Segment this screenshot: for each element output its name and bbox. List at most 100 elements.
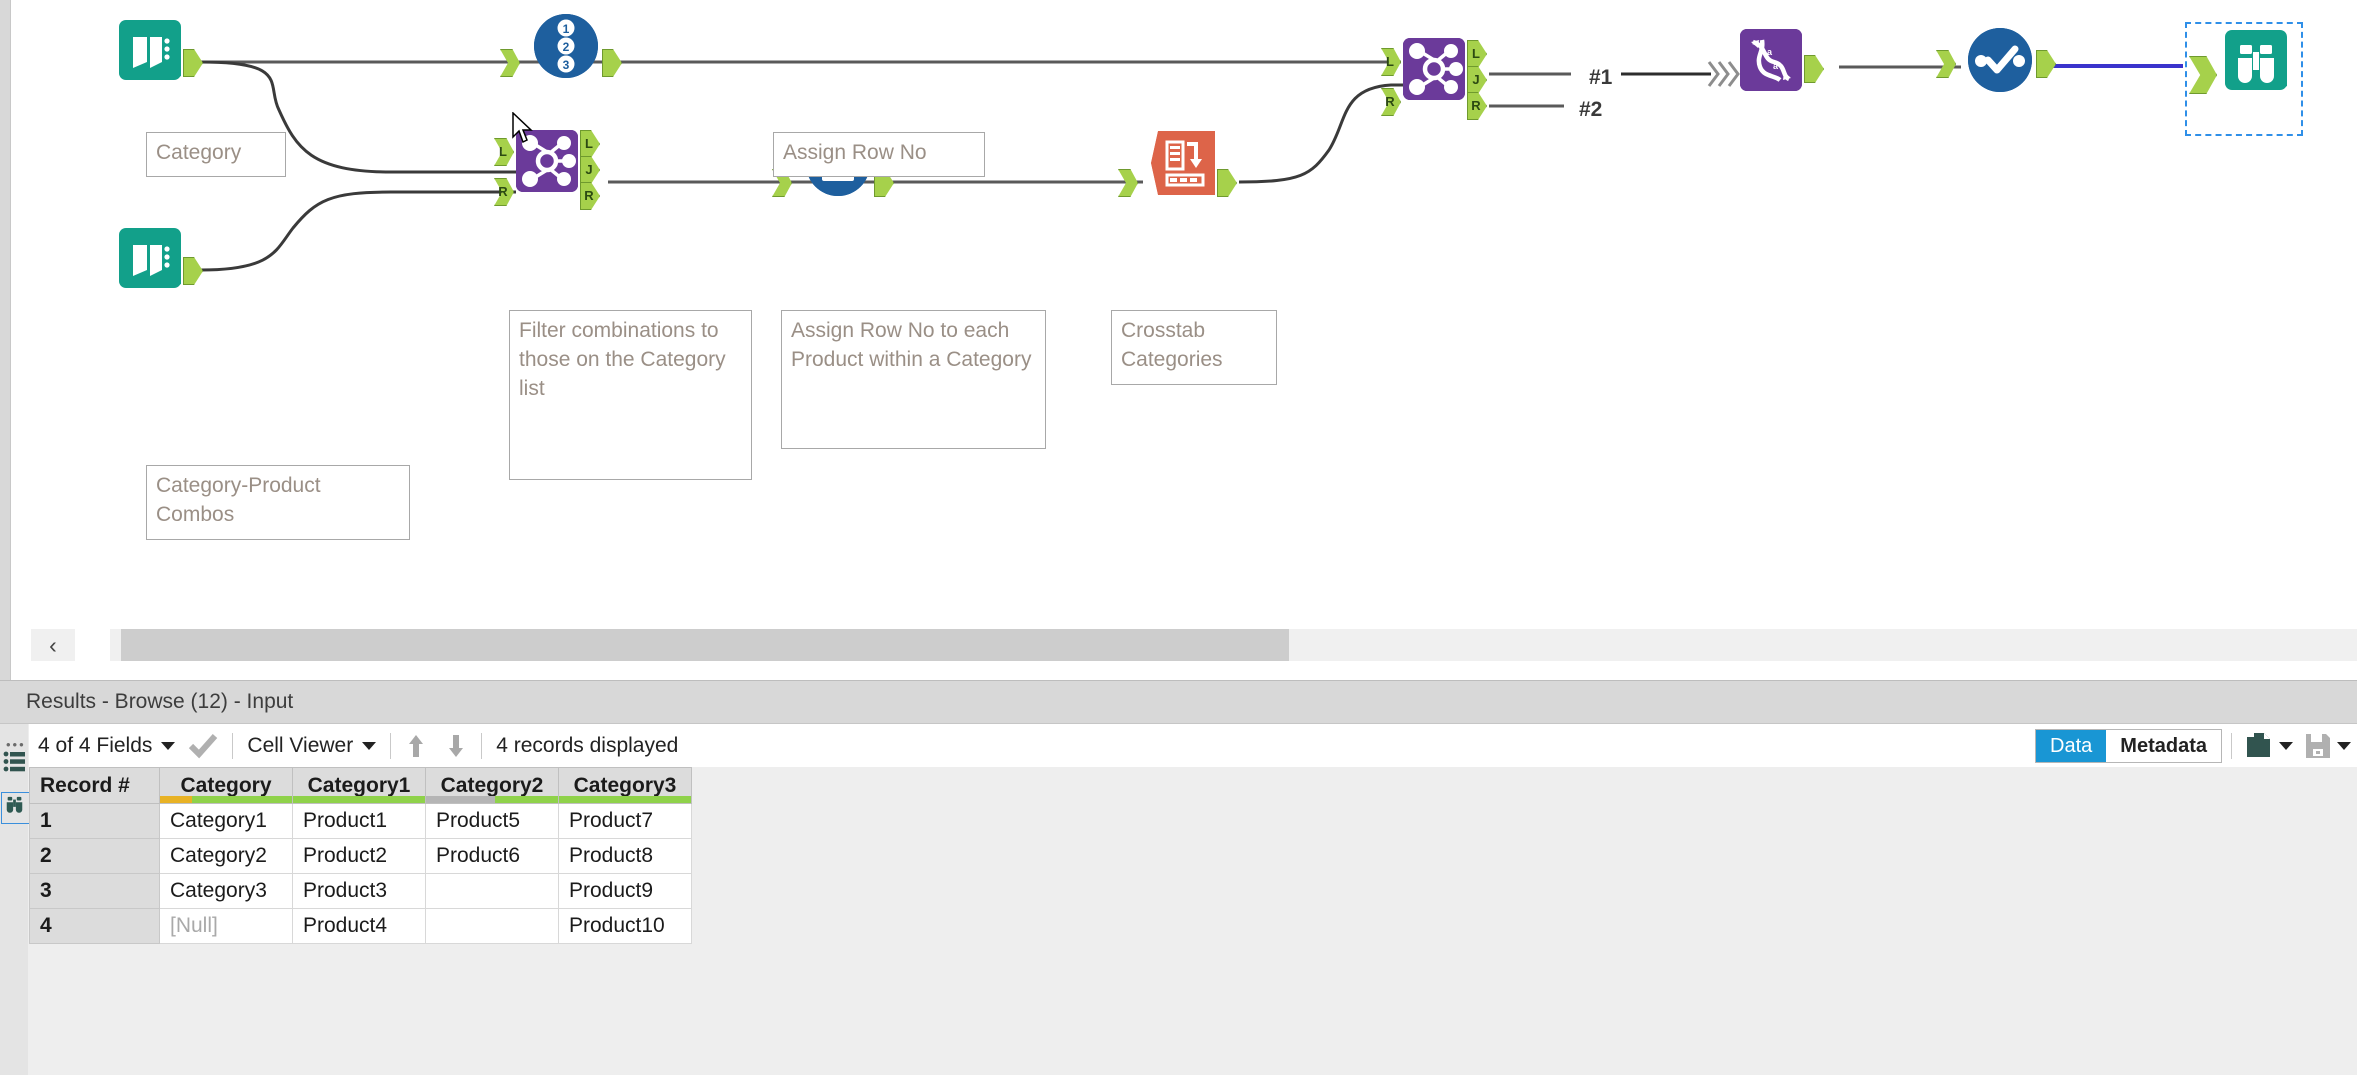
anchor-label-out-r: R <box>1471 97 1481 113</box>
canvas-hscrollbar-track[interactable] <box>110 629 2357 661</box>
cell-category3[interactable]: Product9 <box>558 873 692 909</box>
anchor-label-out-l: L <box>1472 45 1480 61</box>
cell-category3[interactable]: Product7 <box>558 803 692 839</box>
data-metadata-toggle[interactable]: Data Metadata <box>2035 728 2222 763</box>
null-value: [Null] <box>170 914 218 937</box>
table-header-row: Record # Category Category1 Category2 Ca… <box>29 767 692 804</box>
canvas-scroll-row: ‹ <box>22 625 2357 665</box>
dna-rename-icon: a a <box>1740 29 1802 91</box>
tool-input-data-category[interactable] <box>119 20 203 80</box>
output-anchor[interactable] <box>602 49 622 77</box>
cell-viewer-selector[interactable]: Cell Viewer <box>238 724 385 767</box>
toolbar-separator <box>232 732 234 759</box>
workflow-canvas-pane[interactable]: #1 #2 1 2 3 L R L J R L R L J R a a Cate… <box>10 0 2357 690</box>
output-anchor[interactable] <box>2036 50 2056 78</box>
column-header-category3[interactable]: Category3 <box>558 767 692 804</box>
numbered-list-icon: 1 2 3 <box>534 14 598 78</box>
column-header-label: Category2 <box>440 773 544 797</box>
column-header-record[interactable]: Record # <box>29 767 160 804</box>
tool-union[interactable] <box>1936 28 2056 92</box>
book-folder-icon <box>119 228 183 288</box>
annotation-filter-combinations[interactable]: Filter combinations to those on the Cate… <box>509 310 752 480</box>
annotation-category[interactable]: Category <box>146 132 286 177</box>
table-row[interactable]: 3 Category3 Product3 Product9 <box>29 873 692 909</box>
cell-category1[interactable]: Product1 <box>292 803 426 839</box>
binoculars-folder-icon <box>2225 30 2289 90</box>
tool-record-id[interactable]: 1 2 3 <box>500 14 622 78</box>
output-anchor[interactable] <box>1804 55 1824 83</box>
column-header-category1[interactable]: Category1 <box>292 767 426 804</box>
cell-category2[interactable]: Product5 <box>425 803 559 839</box>
cell-category3[interactable]: Product10 <box>558 908 692 944</box>
anchor-label-out-l: L <box>585 135 593 151</box>
output-anchor[interactable] <box>183 257 203 285</box>
cell-category1[interactable]: Product4 <box>292 908 426 944</box>
tab-data[interactable]: Data <box>2036 729 2107 762</box>
table-row[interactable]: 4 [Null] Product4 Product10 <box>29 908 692 944</box>
annotation-assign-row-no-product[interactable]: Assign Row No to each Product within a C… <box>781 310 1046 449</box>
input-anchor[interactable] <box>1118 169 1138 197</box>
output-anchor[interactable] <box>1217 169 1237 197</box>
input-anchor[interactable] <box>1936 50 1956 78</box>
tool-input-data-combos[interactable] <box>119 228 203 288</box>
cell-category3[interactable]: Product8 <box>558 838 692 874</box>
column-type-bar <box>293 796 425 803</box>
cell-category2[interactable]: Product6 <box>425 838 559 874</box>
column-header-category2[interactable]: Category2 <box>425 767 559 804</box>
table-row[interactable]: 2 Category2 Product2 Product6 Product8 <box>29 838 692 874</box>
cell-category[interactable]: [Null] <box>159 908 293 944</box>
cell-category2[interactable] <box>425 908 559 944</box>
wire-label-1: #1 <box>1589 66 1613 89</box>
anchor-label-out-j: J <box>1472 71 1480 87</box>
arrow-up-icon[interactable] <box>396 724 436 767</box>
copy-pages-icon[interactable] <box>2237 724 2295 767</box>
collapse-panel-button[interactable]: ‹ <box>31 629 75 661</box>
cell-category1[interactable]: Product3 <box>292 873 426 909</box>
tool-join-final[interactable]: L R L J R <box>1381 26 1487 120</box>
results-toolbar: 4 of 4 Fields Cell Viewer 4 records disp… <box>29 724 2357 768</box>
annotation-category-product-combos[interactable]: Category-Product Combos <box>146 465 410 540</box>
annotation-crosstab-categories[interactable]: Crosstab Categories <box>1111 310 1277 385</box>
column-header-label: Category <box>180 773 272 797</box>
anchor-label-l: L <box>1386 53 1394 69</box>
chevron-down-icon[interactable] <box>2337 741 2351 750</box>
tool-dynamic-rename[interactable]: a a <box>1740 29 1824 91</box>
anchor-label-out-r: R <box>584 187 594 203</box>
results-data-grid[interactable]: Record # Category Category1 Category2 Ca… <box>29 767 2357 1075</box>
fields-selector[interactable]: 4 of 4 Fields <box>29 724 184 767</box>
arrow-down-icon[interactable] <box>436 724 476 767</box>
cell-category[interactable]: Category2 <box>159 838 293 874</box>
input-anchor[interactable] <box>500 49 520 77</box>
tool-browse[interactable] <box>2189 30 2289 94</box>
output-anchor[interactable] <box>183 49 203 77</box>
list-view-icon[interactable] <box>3 750 26 773</box>
toolbar-separator <box>390 732 392 759</box>
checkmark-icon[interactable] <box>184 724 227 767</box>
column-type-bar <box>559 796 691 803</box>
chevron-down-icon[interactable] <box>362 741 377 750</box>
cell-category2[interactable] <box>425 873 559 909</box>
cell-category[interactable]: Category1 <box>159 803 293 839</box>
fields-selector-label: 4 of 4 Fields <box>38 733 153 757</box>
tab-metadata[interactable]: Metadata <box>2106 729 2221 762</box>
cell-category1[interactable]: Product2 <box>292 838 426 874</box>
alteryx-designer-window: #1 #2 1 2 3 L R L J R L R L J R a a Cate… <box>0 0 2357 1075</box>
chevron-down-icon[interactable] <box>161 741 176 750</box>
tool-crosstab[interactable] <box>1118 131 1237 197</box>
cell-category[interactable]: Category3 <box>159 873 293 909</box>
join-nodes-icon <box>1403 38 1465 100</box>
canvas-hscrollbar-thumb[interactable] <box>121 629 1289 661</box>
anchor-label-r: R <box>498 183 508 199</box>
column-header-category[interactable]: Category <box>159 767 293 804</box>
floppy-disk-icon[interactable] <box>2295 724 2357 767</box>
workflow-canvas[interactable]: #1 #2 1 2 3 L R L J R L R L J R a a Cate… <box>11 0 2357 625</box>
column-header-label: Category1 <box>307 773 411 797</box>
column-type-bar <box>426 796 558 803</box>
toolbar-separator <box>481 732 483 759</box>
annotation-assign-row-no[interactable]: Assign Row No <box>773 132 985 177</box>
chevron-down-icon[interactable] <box>2279 741 2293 750</box>
table-body: 1 Category1 Product1 Product5 Product7 2… <box>29 803 692 944</box>
table-row[interactable]: 1 Category1 Product1 Product5 Product7 <box>29 803 692 839</box>
cell-record: 4 <box>29 908 160 944</box>
column-header-label: Category3 <box>573 773 677 797</box>
